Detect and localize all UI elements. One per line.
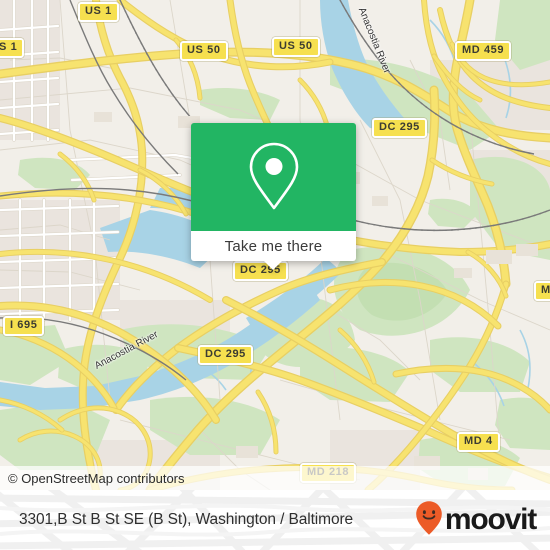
take-me-there-button[interactable]: Take me there xyxy=(191,231,356,270)
location-popup-card[interactable]: Take me there xyxy=(191,123,356,270)
popup-icon-area xyxy=(191,123,356,231)
road-shield: US 50 xyxy=(272,37,320,57)
road-shield: DC 295 xyxy=(198,345,253,365)
take-me-there-label: Take me there xyxy=(224,237,323,255)
road-shield: US 1 xyxy=(78,2,119,22)
moovit-pin-smiley-icon xyxy=(415,500,443,541)
road-shield: MD xyxy=(534,281,550,301)
map-canvas[interactable]: .w { fill:#a8d3e6; } .pk { fill:#cfe5c0;… xyxy=(0,0,550,490)
road-shield: MD 4 xyxy=(457,432,500,452)
road-shield: S 1 xyxy=(0,38,25,58)
attribution-text: © OpenStreetMap contributors xyxy=(8,470,185,486)
footer-bar: 3301,B St B St SE (B St), Washington / B… xyxy=(0,490,550,550)
moovit-logo[interactable]: moovit xyxy=(415,500,537,541)
moovit-wordmark: moovit xyxy=(444,503,537,536)
footer-content: 3301,B St B St SE (B St), Washington / B… xyxy=(0,490,550,550)
road-shield: DC 295 xyxy=(372,118,427,138)
road-shield: US 50 xyxy=(180,41,228,61)
road-shield: MD 459 xyxy=(455,41,512,61)
map-attribution-bar: © OpenStreetMap contributors xyxy=(0,466,550,490)
address-text: 3301,B St B St SE (B St), Washington / B… xyxy=(19,511,354,528)
popup-pointer-tail xyxy=(263,260,283,270)
moovit-map-screenshot: .w { fill:#a8d3e6; } .pk { fill:#cfe5c0;… xyxy=(0,0,550,550)
map-pin-icon xyxy=(246,140,302,214)
road-shield: I 695 xyxy=(3,316,45,336)
